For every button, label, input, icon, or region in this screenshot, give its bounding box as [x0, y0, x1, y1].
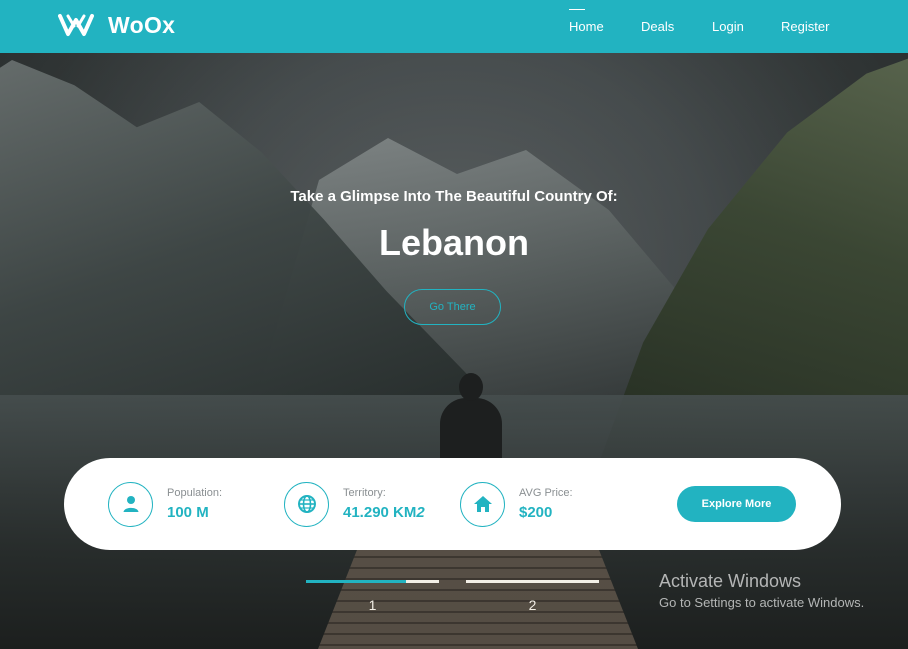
slide-number: 1: [368, 597, 377, 613]
slide-progress-track: [306, 580, 439, 583]
territory-label: Territory:: [343, 487, 386, 499]
avg-price-label: AVG Price:: [519, 487, 573, 499]
nav-login[interactable]: Login: [712, 19, 744, 34]
globe-icon: [284, 481, 329, 527]
stat-territory: Territory: 41.290 KM2: [284, 481, 425, 527]
population-value: 100 M: [167, 504, 222, 521]
stat-population: Population: 100 M: [108, 481, 222, 527]
slide-indicator-1[interactable]: 1: [306, 580, 439, 613]
slide-progress-track: [466, 580, 599, 583]
stat-avg-price: AVG Price: $200: [460, 481, 573, 527]
watermark-subtitle: Go to Settings to activate Windows.: [659, 595, 865, 610]
nav-register[interactable]: Register: [781, 19, 829, 34]
top-navbar: WoOx Home Deals Login Register: [0, 0, 908, 53]
nav-home[interactable]: Home: [569, 9, 604, 34]
territory-number: 41.290 KM: [343, 504, 417, 521]
logo-mark-icon: [58, 14, 94, 36]
go-there-button[interactable]: Go There: [404, 289, 501, 325]
nav-deals[interactable]: Deals: [641, 19, 674, 34]
slide-number: 2: [528, 597, 537, 613]
territory-value: 41.290 KM2: [343, 504, 425, 521]
home-icon: [460, 481, 505, 527]
avg-price-number: $200: [519, 504, 553, 521]
user-icon: [108, 481, 153, 527]
territory-unit-exponent: 2: [416, 504, 425, 521]
hero-title: Lebanon: [379, 222, 529, 263]
brand-name: WoOx: [108, 11, 176, 38]
population-number: 100 M: [167, 504, 209, 521]
logo[interactable]: WoOx: [58, 10, 175, 40]
watermark-title: Activate Windows: [659, 571, 802, 591]
person-silhouette-head: [459, 373, 483, 401]
avg-price-value: $200: [519, 504, 573, 521]
activate-windows-watermark: Activate Windows Go to Settings to activ…: [659, 571, 864, 610]
hero-subtitle: Take a Glimpse Into The Beautiful Countr…: [290, 188, 618, 205]
country-info-card: Population: 100 M Territory: 41.290 KM2: [64, 458, 841, 550]
slide-progress-fill: [306, 580, 406, 583]
population-label: Population:: [167, 487, 223, 499]
explore-more-button[interactable]: Explore More: [677, 486, 796, 522]
slide-indicator-2[interactable]: 2: [466, 580, 599, 613]
